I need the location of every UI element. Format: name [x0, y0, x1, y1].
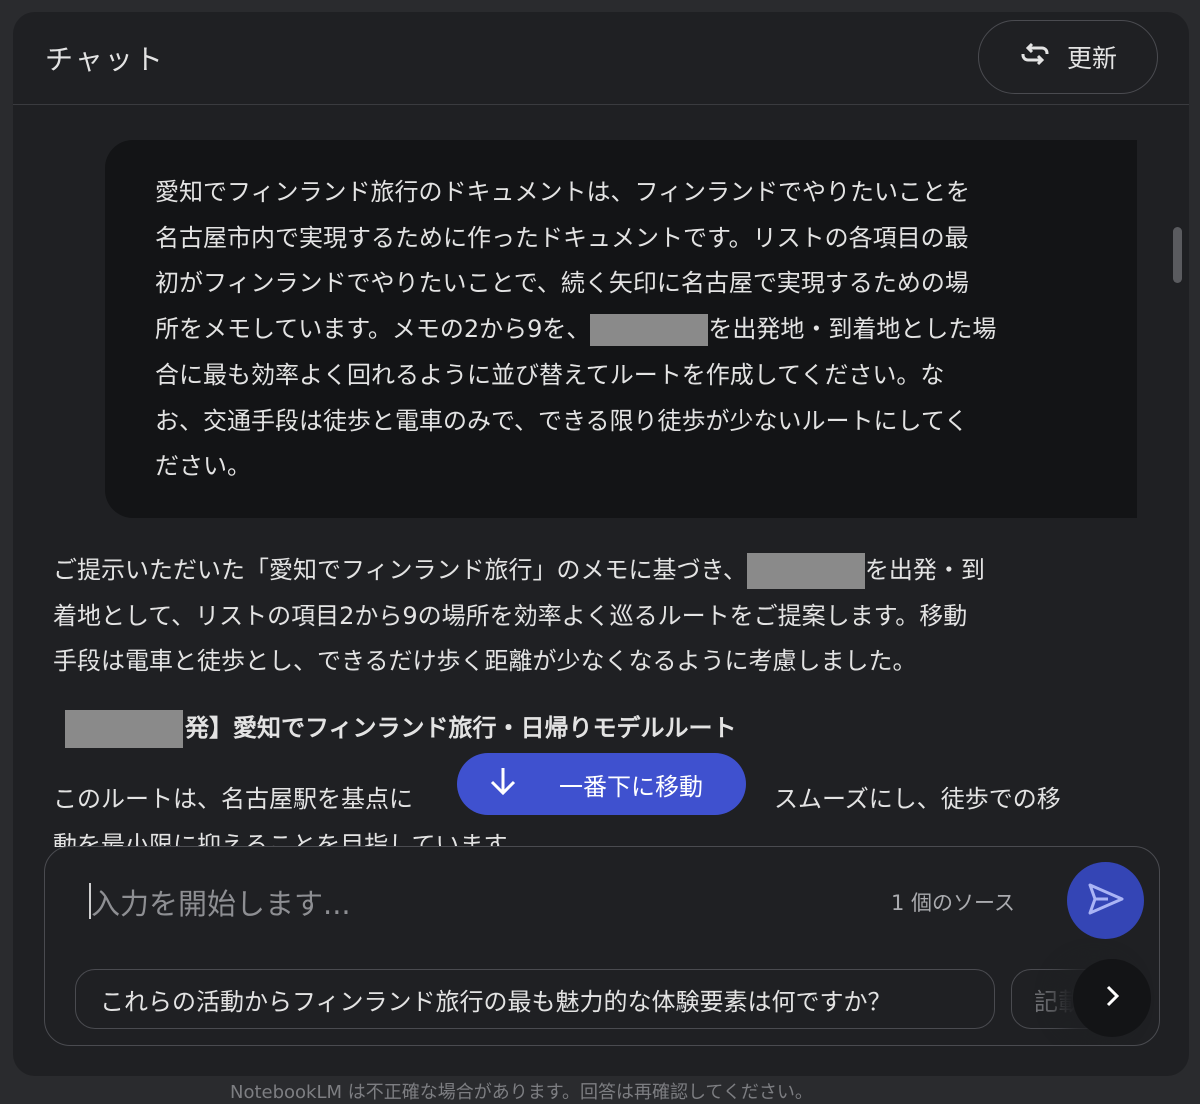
source-count: 1 個のソース [891, 891, 1015, 915]
route-heading: 発】愛知でフィンランド旅行・日帰りモデルルート [65, 710, 737, 748]
route-description-text: スムーズにし、徒歩での移 [774, 785, 1061, 813]
scroll-to-bottom-button[interactable]: 一番下に移動 [457, 753, 746, 815]
refresh-label: 更新 [1066, 44, 1117, 73]
user-message-text: 所をメモしています。メモの2から9を、 [155, 315, 591, 344]
scroll-to-bottom-label: 一番下に移動 [559, 772, 703, 801]
redacted-location [590, 314, 709, 347]
user-message-line: 愛知でフィンランド旅行のドキュメントは、フィンランドでやりたいことを [155, 178, 971, 206]
route-heading-text: 発】愛知でフィンランド旅行・日帰りモデルルート [185, 714, 737, 742]
user-message-line: 所をメモしています。メモの2から9を、 を出発地・到着地とした場 [155, 307, 1097, 353]
user-message-line: 名古屋市内で実現するために作ったドキュメントです。リストの各項目の最 [155, 223, 969, 252]
user-message-text: を出発地・到着地とした場 [708, 315, 997, 344]
next-suggestions-button[interactable] [1073, 959, 1151, 1037]
chat-input[interactable]: 入力を開始します... [91, 881, 351, 923]
chat-input-box[interactable]: 入力を開始します... 1 個のソース これらの活動からフィンランド旅行の最も魅… [44, 846, 1160, 1046]
user-message: 愛知でフィンランド旅行のドキュメントは、フィンランドでやりたいことを 名古屋市内… [105, 140, 1137, 518]
assistant-answer: ご提示いただいた「愛知でフィンランド旅行」のメモに基づき、 を出発・到 着地として… [53, 548, 1083, 685]
user-message-line: 初がフィンランドでやりたいことで、続く矢印に名古屋で実現するための場 [155, 269, 969, 298]
redacted-location [746, 553, 865, 589]
refresh-button[interactable]: 更新 [978, 20, 1158, 94]
disclaimer-text: NotebookLM は不正確な場合があります。回答は再確認してください。 [230, 1082, 813, 1103]
chat-title: チャット [45, 43, 165, 76]
route-description-line: 動を最小限に抑えることを目指しています。 [53, 830, 530, 847]
chevron-right-icon [1099, 983, 1125, 1013]
refresh-icon [1019, 38, 1051, 76]
route-description-text: このルートは、名古屋駅を基点に [53, 785, 413, 813]
suggestion-chip[interactable]: これらの活動からフィンランド旅行の最も魅力的な体験要素は何ですか？ [75, 969, 995, 1029]
chat-panel: チャット 更新 愛知でフィンランド旅行のドキュメントは、フィンランドでやりたいこ… [13, 12, 1189, 1076]
answer-text: を出発・到 [864, 556, 985, 584]
user-message-line: ださい。 [155, 452, 251, 481]
scrollbar[interactable] [1173, 227, 1182, 283]
arrow-down-icon [487, 765, 519, 803]
user-message-line: お、交通手段は徒歩と電車のみで、できる限り徒歩が少ないルートにしてく [155, 406, 969, 435]
chat-header: チャット 更新 [13, 12, 1189, 105]
redacted-location [65, 710, 183, 748]
send-icon [1086, 879, 1126, 923]
answer-line: 手段は電車と徒歩とし、できるだけ歩く距離が少なくなるように考慮しました。 [53, 647, 917, 676]
send-button[interactable] [1067, 862, 1144, 939]
chat-messages[interactable]: 愛知でフィンランド旅行のドキュメントは、フィンランドでやりたいことを 名古屋市内… [13, 105, 1189, 847]
user-message-line: 合に最も効率よく回れるように並び替えてルートを作成してください。な [155, 360, 945, 389]
answer-text: ご提示いただいた「愛知でフィンランド旅行」のメモに基づき、 [53, 556, 747, 584]
answer-line: 着地として、リストの項目2から9の場所を効率よく巡るルートをご提案します。移動 [53, 601, 968, 630]
answer-line: ご提示いただいた「愛知でフィンランド旅行」のメモに基づき、 を出発・到 [53, 548, 1083, 594]
